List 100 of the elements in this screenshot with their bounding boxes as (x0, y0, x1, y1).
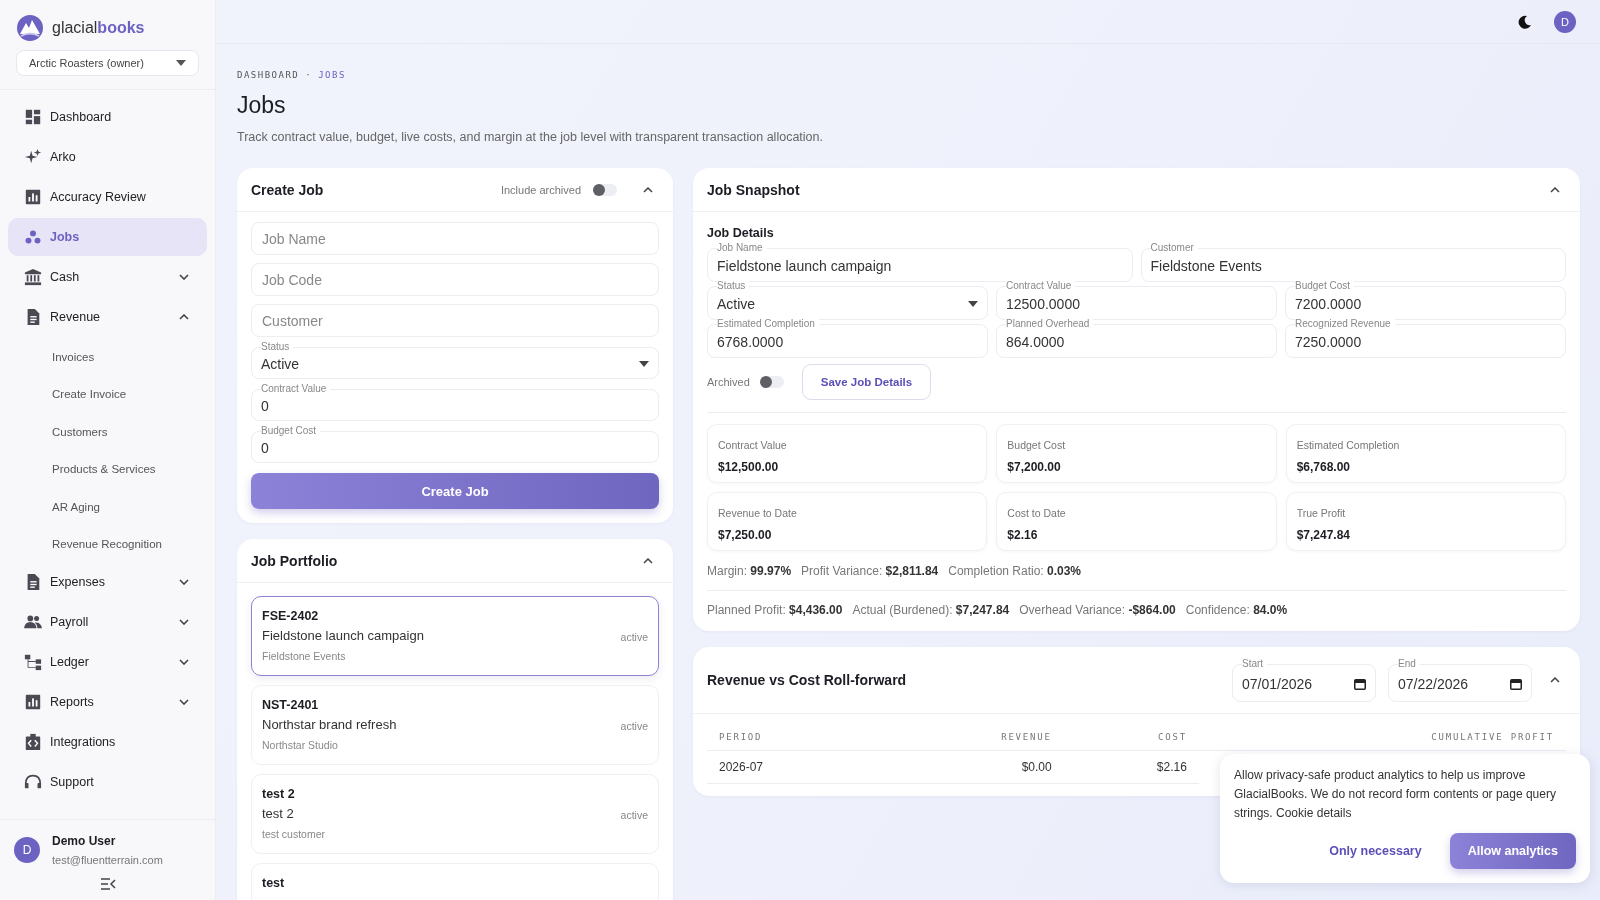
input-field[interactable]: Budget Cost 7200.0000 (1285, 280, 1566, 320)
sidebar-item[interactable]: Reports (8, 683, 207, 721)
breadcrumb-link[interactable]: DASHBOARD (237, 70, 300, 80)
sidebar-item[interactable]: Expenses (8, 563, 207, 601)
chevron-up-icon[interactable] (1550, 186, 1560, 193)
chevron-up-icon[interactable] (1550, 677, 1560, 683)
bar-chart-icon (24, 693, 42, 711)
summary-stat: Planned Profit: $4,436.00 (707, 603, 843, 617)
field-label: Budget Cost (1295, 280, 1355, 292)
dropdown-caret-icon (968, 301, 978, 307)
section-heading: Job Details (707, 226, 775, 240)
chevron-down-icon (179, 274, 189, 280)
cookie-details-link[interactable]: Cookie details (1276, 806, 1352, 820)
input-field[interactable]: Budget Cost 0 (251, 425, 659, 463)
metric-label: Revenue to Date (718, 507, 798, 519)
company-select[interactable]: Arctic Roasters (owner) (16, 50, 199, 76)
user-name: Demo User (52, 834, 117, 848)
sidebar-subitem[interactable]: AR Aging (8, 488, 207, 526)
input-field[interactable]: Estimated Completion 6768.0000 (707, 318, 988, 358)
sidebar-subitem[interactable]: Create Invoice (8, 375, 207, 413)
sidebar-item[interactable]: Cash (8, 258, 207, 296)
job-code: FSE-2402 (262, 609, 319, 623)
page-subtitle: Track contract value, budget, live costs, and margin at the job level with transparent transaction allocation. (237, 130, 824, 144)
panel-title: Job Portfolio (251, 552, 338, 569)
panel-title: Job Snapshot (707, 181, 800, 198)
metric-label: Budget Cost (1007, 439, 1067, 451)
input-field[interactable]: Planned Overhead 864.0000 (996, 318, 1277, 358)
summary-stat: Completion Ratio: 0.03% (948, 564, 1082, 578)
chevron-down-icon (179, 579, 189, 585)
date-field[interactable]: End 07/22/2026 (1388, 658, 1532, 702)
job-card[interactable]: NST-2401 Northstar brand refresh Northstar Studio active (251, 685, 659, 765)
job-status: active (620, 631, 648, 643)
user-avatar[interactable]: D (1554, 10, 1576, 33)
input-field[interactable]: Job Name Fieldstone launch campaign (707, 242, 1133, 282)
input-field[interactable]: Customer (251, 304, 659, 337)
moon-icon[interactable] (1518, 14, 1532, 29)
toggle-label: Include archived (500, 183, 581, 196)
sidebar-item[interactable]: Ledger (8, 643, 207, 681)
summary-stat: Actual (Burdened): $7,247.84 (852, 603, 1010, 617)
chevron-up-icon[interactable] (643, 186, 653, 193)
sidebar-subitem[interactable]: Revenue Recognition (8, 525, 207, 563)
dashboard-grid-icon (24, 108, 42, 126)
job-card[interactable]: test (251, 863, 659, 900)
job-card[interactable]: test 2 test 2 test customer active (251, 774, 659, 854)
column-header: PERIOD (707, 732, 878, 751)
input-field[interactable]: Job Code (251, 263, 659, 296)
bank-icon (24, 268, 42, 286)
summary-stat: Margin: 99.97% (707, 564, 792, 578)
status-select[interactable]: Status Active (251, 341, 659, 379)
include-archived-toggle[interactable] (593, 183, 617, 196)
sidebar-item[interactable]: Payroll (8, 603, 207, 641)
headset-icon (24, 773, 42, 791)
sidebar-subitem[interactable]: Customers (8, 413, 207, 451)
field-label: Budget Cost (261, 425, 321, 437)
input-field[interactable]: Job Name (251, 222, 659, 255)
input-field[interactable]: Contract Value 0 (251, 383, 659, 421)
sidebar-item[interactable]: Integrations (8, 723, 207, 761)
input-field[interactable]: Contract Value 12500.0000 (996, 280, 1277, 320)
metric-value: $12,500.00 (718, 460, 780, 474)
metric-label: Cost to Date (1007, 507, 1067, 519)
collapse-sidebar-icon[interactable] (99, 878, 116, 890)
sidebar-subitem[interactable]: Products & Services (8, 450, 207, 488)
only-necessary-button[interactable]: Only necessary (1323, 843, 1428, 859)
chevron-up-icon[interactable] (643, 557, 653, 564)
job-card[interactable]: FSE-2402 Fieldstone launch campaign Fieldstone Events active (251, 596, 659, 676)
date-field[interactable]: Start 07/01/2026 (1232, 658, 1376, 702)
sidebar-subitem[interactable]: Invoices (8, 338, 207, 376)
field-label: Estimated Completion (717, 318, 819, 330)
column-header: COST (1063, 732, 1199, 751)
create-job-button[interactable]: Create Job (251, 473, 659, 509)
sidebar-item[interactable]: Revenue (8, 298, 207, 336)
breadcrumb-separator: · (305, 70, 313, 80)
input-field[interactable]: Recognized Revenue 7250.0000 (1285, 318, 1566, 358)
status-select[interactable]: Status Active (707, 280, 988, 320)
people-icon (24, 613, 42, 631)
job-name: test 2 (262, 806, 294, 821)
dots-icon (24, 228, 42, 246)
metric-value: $2.16 (1007, 528, 1039, 542)
field-label: End (1398, 658, 1420, 670)
chevron-down-icon (179, 699, 189, 705)
sidebar-item[interactable]: Arko (8, 138, 207, 176)
job-name: Fieldstone launch campaign (262, 628, 424, 643)
metric-label: True Profit (1296, 507, 1347, 519)
job-customer: Northstar Studio (262, 739, 338, 751)
page-title: Jobs (237, 92, 287, 119)
sidebar-item[interactable]: Jobs (8, 218, 207, 256)
sidebar-item[interactable]: Dashboard (8, 98, 207, 136)
sidebar-item[interactable]: Support (8, 763, 207, 801)
input-field[interactable]: Customer Fieldstone Events (1140, 242, 1566, 282)
save-job-details-button[interactable]: Save Job Details (801, 364, 932, 400)
job-code: test (262, 876, 285, 890)
brand-name: glacialbooks (52, 19, 145, 37)
field-label: Start (1242, 658, 1268, 670)
sidebar-item[interactable]: Accuracy Review (8, 178, 207, 216)
summary-stat: Overhead Variance: -$864.00 (1019, 603, 1176, 617)
table-cell: $0.00 (877, 750, 1064, 784)
toggle-label: Archived (707, 376, 750, 388)
allow-analytics-button[interactable]: Allow analytics (1449, 833, 1576, 869)
archived-toggle[interactable] (759, 376, 784, 388)
table-cell: $2.16 (1063, 750, 1199, 784)
